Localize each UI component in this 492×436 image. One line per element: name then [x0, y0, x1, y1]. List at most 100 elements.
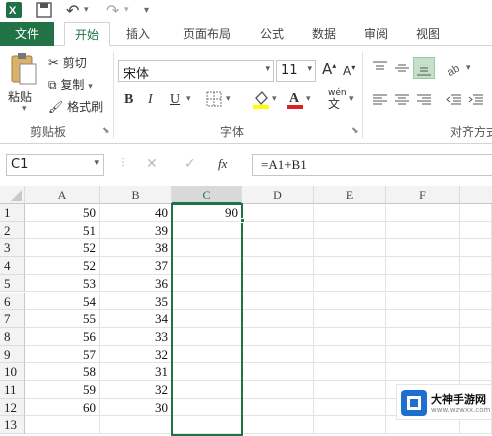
row-header[interactable]: 3 — [0, 239, 25, 258]
cell[interactable]: 38 — [100, 239, 172, 258]
copy-dropdown-icon[interactable]: ▾ — [88, 82, 93, 92]
customize-qat-icon[interactable]: ▾ — [144, 2, 149, 19]
tab-formulas[interactable]: 公式 — [252, 22, 292, 46]
font-name-dropdown-icon[interactable]: ▾ — [265, 64, 270, 74]
paste-icon[interactable] — [8, 52, 40, 88]
cell[interactable] — [386, 257, 460, 275]
cell[interactable] — [172, 381, 242, 399]
cell[interactable]: 31 — [100, 363, 172, 381]
cell[interactable]: 37 — [100, 257, 172, 275]
cell[interactable] — [314, 416, 386, 435]
formula-input[interactable]: =A1+B1 — [252, 154, 492, 176]
paste-dropdown-icon[interactable]: ▾ — [22, 104, 27, 114]
insert-function-button[interactable]: fx — [218, 156, 227, 172]
cell[interactable]: 90 — [172, 204, 242, 222]
font-size-dropdown-icon[interactable]: ▾ — [307, 64, 312, 74]
cell[interactable]: 56 — [25, 327, 100, 346]
cell[interactable] — [242, 363, 314, 381]
cell[interactable] — [460, 345, 492, 364]
phonetic-dropdown-icon[interactable]: ▾ — [349, 94, 354, 104]
column-header-b[interactable]: B — [100, 186, 172, 204]
cell[interactable]: 58 — [25, 363, 100, 381]
cell[interactable] — [314, 221, 386, 240]
cell[interactable] — [386, 204, 460, 222]
align-bottom-button[interactable] — [413, 57, 435, 79]
cell[interactable] — [242, 416, 314, 435]
cell[interactable] — [460, 204, 492, 222]
cell[interactable] — [386, 310, 460, 328]
enter-icon[interactable]: ✓ — [184, 156, 196, 172]
cell[interactable] — [100, 416, 172, 435]
cell[interactable] — [172, 257, 242, 275]
cell[interactable]: 30 — [100, 398, 172, 417]
cell[interactable] — [172, 398, 242, 417]
font-launcher-icon[interactable]: ⬊ — [351, 126, 359, 136]
align-middle-button[interactable] — [394, 60, 410, 79]
cell[interactable] — [460, 310, 492, 328]
row-header[interactable]: 1 — [0, 204, 25, 222]
cell[interactable] — [314, 327, 386, 346]
cell[interactable] — [242, 310, 314, 328]
cell[interactable] — [460, 292, 492, 311]
cell[interactable]: 52 — [25, 239, 100, 258]
cell[interactable] — [460, 363, 492, 381]
copy-button[interactable]: ⧉ 复制 ▾ — [48, 76, 93, 93]
align-right-button[interactable] — [416, 93, 432, 110]
fill-color-dropdown-icon[interactable]: ▾ — [272, 94, 277, 104]
align-left-button[interactable] — [372, 93, 388, 110]
cell[interactable]: 36 — [100, 274, 172, 293]
cell[interactable] — [172, 310, 242, 328]
cell[interactable] — [386, 363, 460, 381]
cell[interactable]: 32 — [100, 381, 172, 399]
cell[interactable] — [386, 292, 460, 311]
cell[interactable] — [242, 292, 314, 311]
cell[interactable] — [314, 239, 386, 258]
format-painter-button[interactable]: 🖌 格式刷 — [48, 98, 103, 115]
row-header[interactable]: 8 — [0, 327, 25, 346]
borders-dropdown-icon[interactable]: ▾ — [226, 94, 231, 104]
align-top-button[interactable] — [372, 60, 388, 79]
cell[interactable] — [386, 221, 460, 240]
cell[interactable] — [172, 327, 242, 346]
cell[interactable] — [172, 221, 242, 240]
underline-dropdown-icon[interactable]: ▾ — [186, 94, 191, 104]
undo-button[interactable]: ↶ — [66, 2, 79, 19]
cell[interactable] — [386, 345, 460, 364]
row-header[interactable]: 6 — [0, 292, 25, 311]
cell[interactable] — [314, 274, 386, 293]
cell[interactable] — [314, 204, 386, 222]
cell[interactable] — [242, 381, 314, 399]
cell[interactable] — [25, 416, 100, 435]
name-box-dropdown-icon[interactable]: ▾ — [94, 158, 99, 168]
cell[interactable] — [242, 239, 314, 258]
phonetic-guide-button[interactable]: wén 文 — [328, 88, 347, 110]
cell[interactable]: 59 — [25, 381, 100, 399]
column-header-e[interactable]: E — [314, 186, 386, 204]
row-header[interactable]: 10 — [0, 363, 25, 381]
tab-insert[interactable]: 插入 — [118, 22, 158, 46]
cell[interactable]: 60 — [25, 398, 100, 417]
tab-home[interactable]: 开始 — [64, 22, 110, 46]
cell[interactable] — [172, 416, 242, 435]
orientation-button[interactable]: ab — [445, 60, 464, 79]
font-color-dropdown-icon[interactable]: ▾ — [306, 94, 311, 104]
cell[interactable]: 55 — [25, 310, 100, 328]
cut-button[interactable]: ✂ 剪切 — [48, 54, 87, 71]
cell[interactable] — [386, 274, 460, 293]
font-name-select[interactable]: 宋体 ▾ — [118, 60, 274, 82]
tab-view[interactable]: 视图 — [408, 22, 448, 46]
cell[interactable] — [314, 292, 386, 311]
decrease-indent-button[interactable] — [446, 93, 462, 110]
cell[interactable] — [242, 345, 314, 364]
column-header-c[interactable]: C — [172, 186, 242, 204]
cell[interactable] — [386, 239, 460, 258]
select-all-corner[interactable] — [0, 186, 25, 204]
cell[interactable] — [172, 363, 242, 381]
row-header[interactable]: 7 — [0, 310, 25, 328]
cancel-icon[interactable]: ✕ — [146, 156, 158, 172]
cell[interactable] — [242, 221, 314, 240]
cell[interactable]: 34 — [100, 310, 172, 328]
row-header[interactable]: 2 — [0, 221, 25, 240]
redo-dropdown-icon[interactable]: ▾ — [124, 2, 129, 19]
row-header[interactable]: 12 — [0, 398, 25, 417]
